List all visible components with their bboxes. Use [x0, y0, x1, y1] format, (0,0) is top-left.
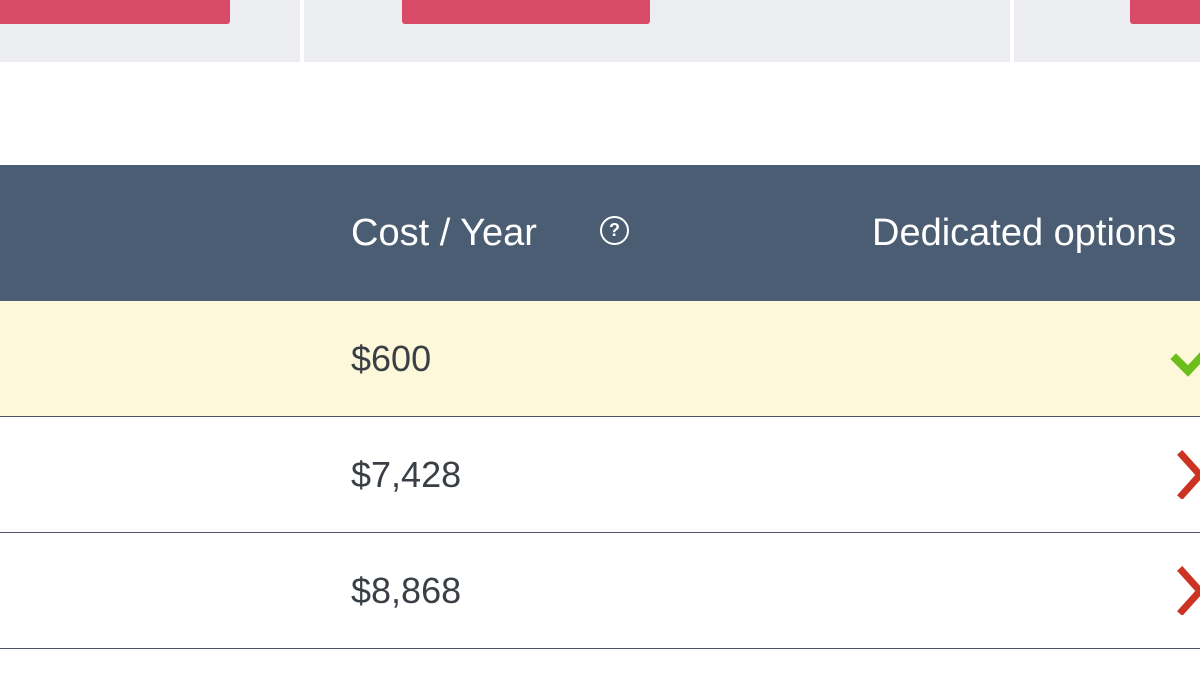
table-header: Cost / Year ? Dedicated options	[0, 165, 1200, 301]
column-header-cost: Cost / Year	[351, 211, 537, 254]
provider-card-2-button[interactable]	[402, 0, 650, 24]
provider-card-1-button[interactable]	[0, 0, 230, 24]
cost-cell: $7,428	[351, 453, 462, 495]
column-header-dedicated-options: Dedicated options	[872, 211, 1177, 254]
x-icon	[1177, 450, 1200, 499]
table-row: $600	[0, 301, 1200, 417]
cost-cell: $600	[351, 337, 432, 379]
cost-cell: $8,868	[351, 569, 462, 611]
table-row: $8,868	[0, 533, 1200, 649]
comparison-page: Cost / Year ? Dedicated options $600 $7,…	[0, 0, 1200, 675]
provider-cards-strip	[0, 0, 1200, 62]
table-row: $7,428	[0, 417, 1200, 533]
provider-card-1	[0, 0, 300, 62]
check-icon	[1170, 352, 1200, 377]
x-icon	[1177, 566, 1200, 615]
provider-card-3-button[interactable]	[1130, 0, 1200, 24]
question-circle-icon[interactable]: ?	[600, 216, 629, 245]
provider-card-2	[304, 0, 1010, 62]
comparison-table: Cost / Year ? Dedicated options $600 $7,…	[0, 165, 1200, 649]
provider-card-3	[1014, 0, 1200, 62]
